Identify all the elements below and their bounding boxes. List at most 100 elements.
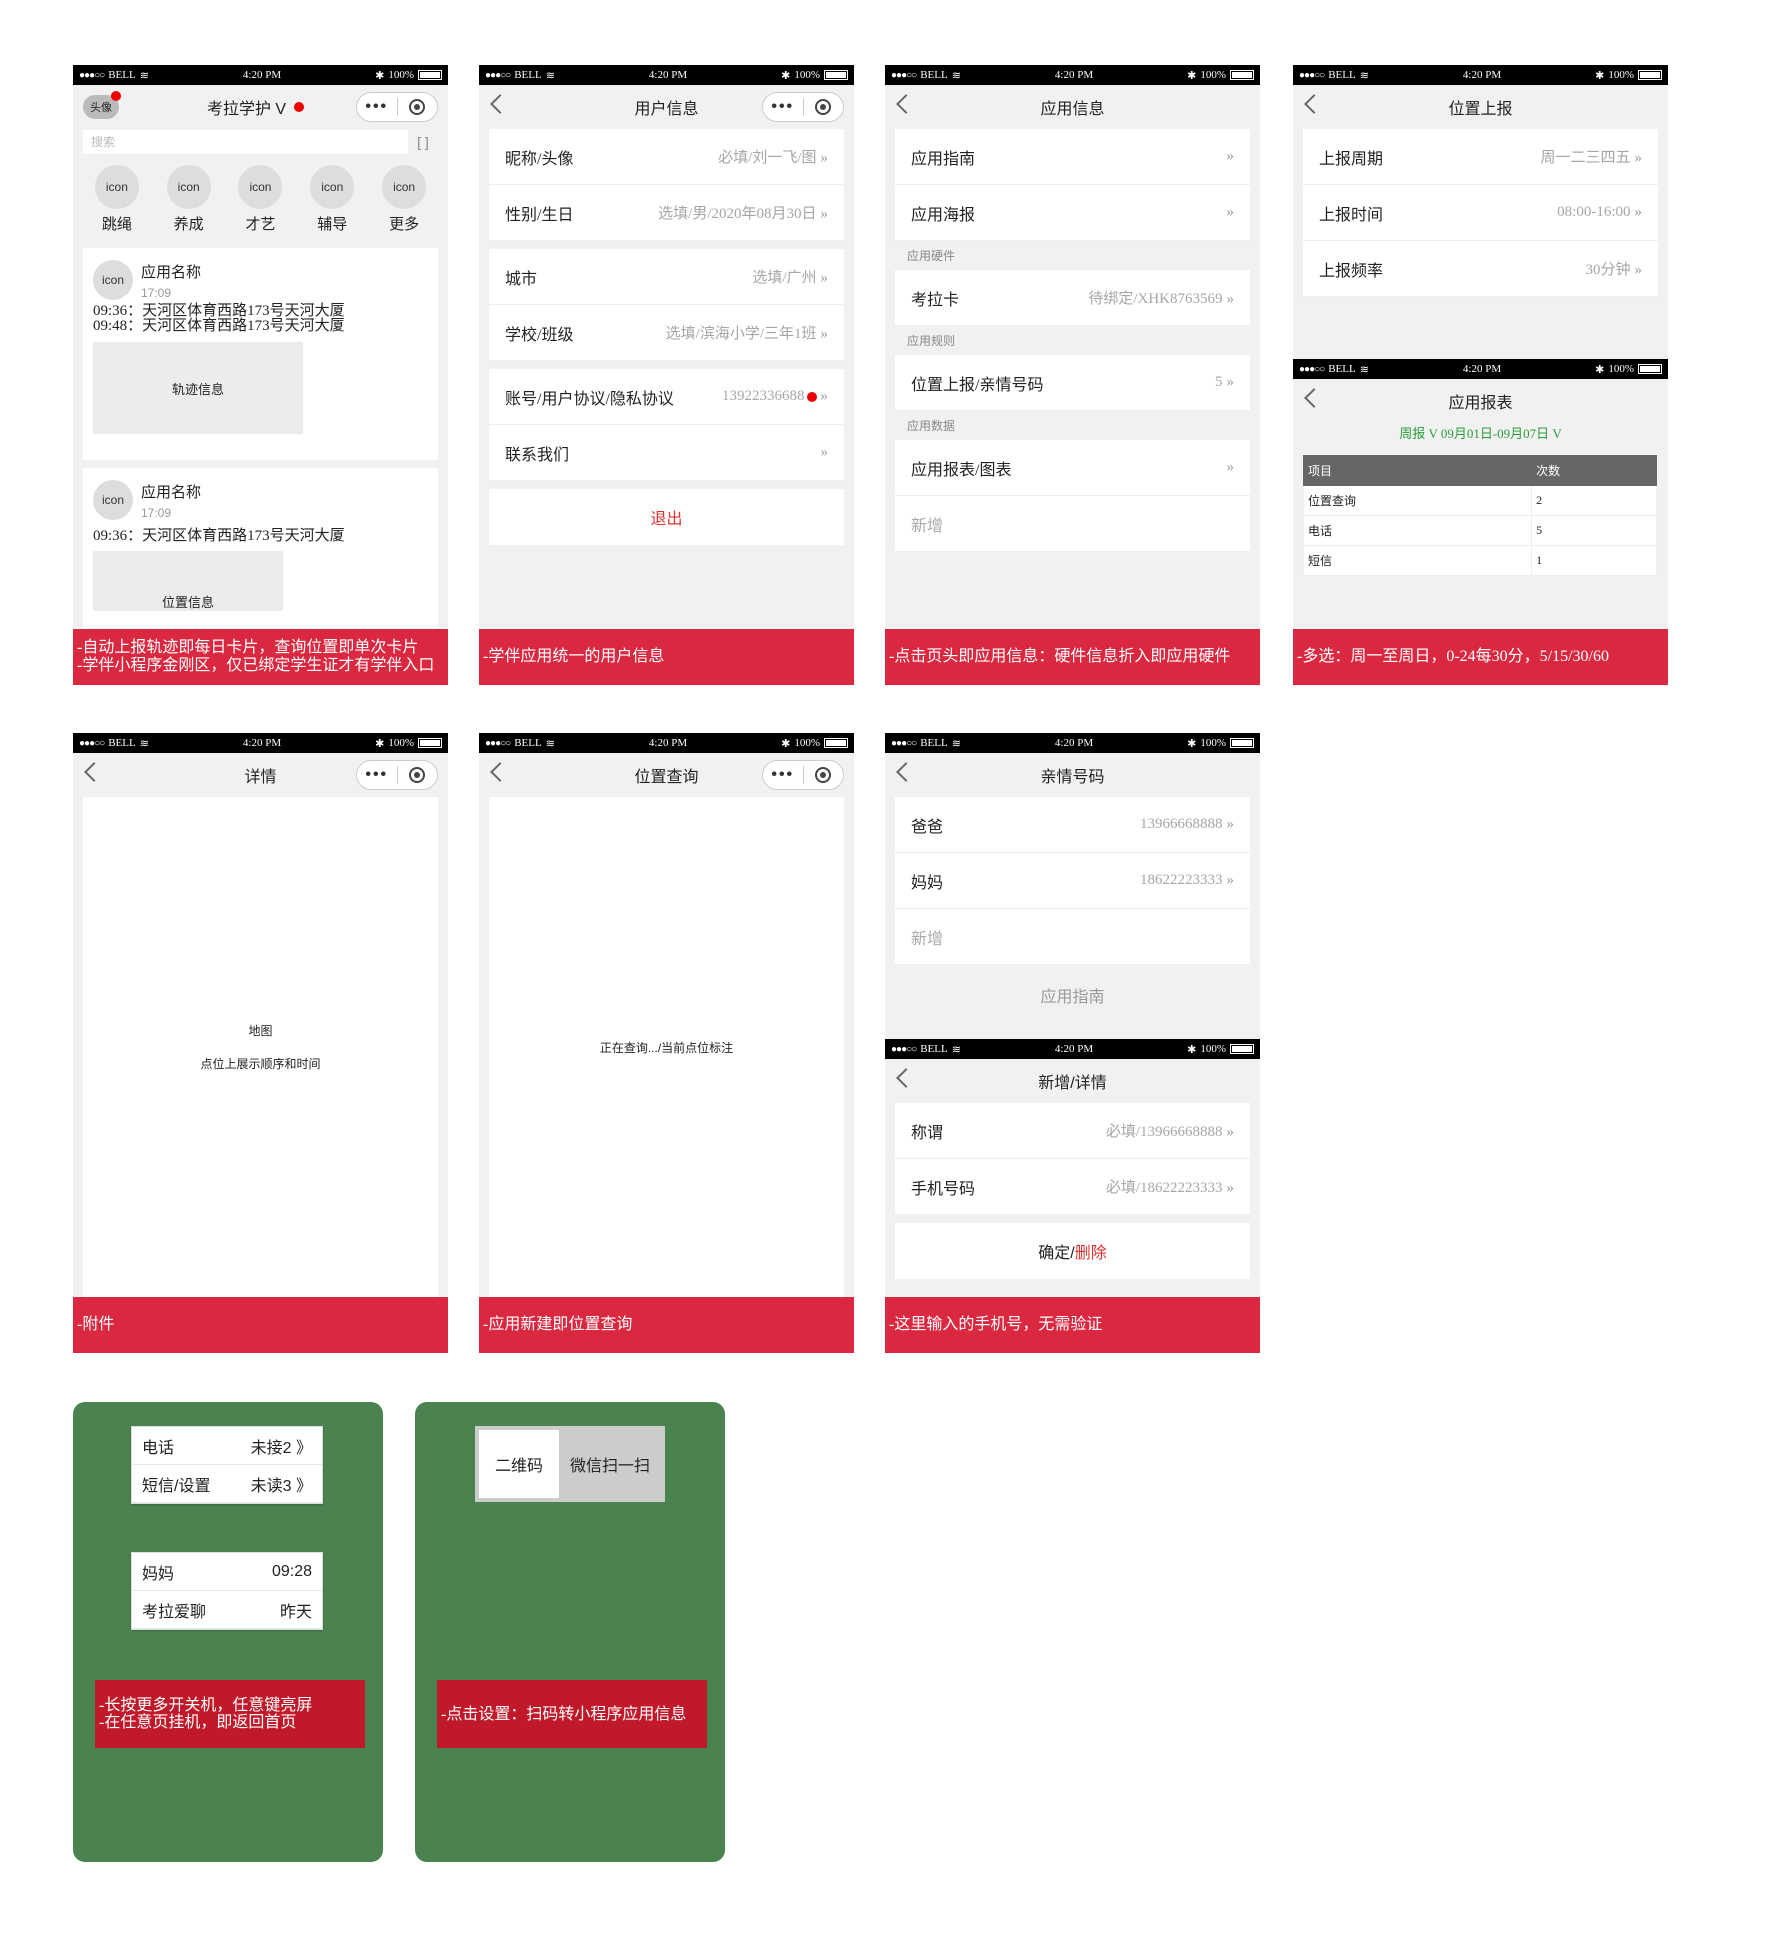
close-miniapp-icon[interactable]: [398, 99, 438, 115]
row-report-frequency[interactable]: 上报频率 30分钟»: [1303, 241, 1658, 297]
row-school[interactable]: 学校/班级 选填/滨海小学/三年1班»: [489, 305, 844, 361]
chevron-right-icon: »: [820, 206, 829, 222]
status-bar: ●●●○○ BELL ≋ 4:20 PM ✱ 100%: [885, 65, 1260, 85]
wechat-scan-label: 微信扫一扫: [569, 1458, 650, 1475]
confirm-button[interactable]: 确定/: [1038, 1239, 1074, 1263]
avatar[interactable]: 头像: [83, 91, 121, 119]
call-row[interactable]: 电话 未接2 》: [132, 1427, 322, 1465]
row-contact[interactable]: 联系我们 »: [489, 425, 844, 481]
close-miniapp-icon[interactable]: [804, 99, 844, 115]
row-label: 新增: [911, 930, 944, 948]
logout-button[interactable]: 退出: [489, 489, 844, 545]
row-relation[interactable]: 称谓 必填/13966668888»: [895, 1103, 1250, 1159]
app-item[interactable]: icon 跳绳: [94, 165, 139, 234]
app-icon: icon: [238, 165, 283, 209]
more-icon[interactable]: •••: [357, 98, 397, 116]
close-miniapp-icon[interactable]: [804, 767, 844, 783]
back-icon[interactable]: [490, 762, 510, 782]
chat-row[interactable]: 妈妈 09:28: [132, 1553, 322, 1591]
phone-app-info: ●●●○○ BELL ≋ 4:20 PM ✱ 100% 应用信息 应用指南 » 应用海报…: [885, 65, 1260, 685]
navbar: 应用报表: [1293, 379, 1668, 423]
table-header: 项目 次数: [1302, 455, 1657, 486]
battery-icon: [824, 70, 848, 80]
cell: 电话: [1302, 515, 1533, 546]
row-label: 新增: [911, 517, 944, 535]
row-add[interactable]: 新增: [895, 496, 1250, 552]
chat-row[interactable]: 考拉爱聊 昨天: [132, 1591, 322, 1629]
battery-icon: [824, 738, 848, 748]
app-title[interactable]: 考拉学护 V: [207, 95, 286, 119]
menu-capsule[interactable]: •••: [356, 92, 438, 122]
row-gender-birthday[interactable]: 性别/生日 选填/男/2020年08月30日»: [489, 185, 844, 241]
sms-settings-row[interactable]: 短信/设置 未读3 》: [132, 1465, 322, 1503]
row-guide[interactable]: 应用指南 »: [895, 129, 1250, 185]
row-report[interactable]: 应用报表/图表 »: [895, 440, 1250, 496]
menu-capsule[interactable]: •••: [762, 760, 844, 790]
app-item[interactable]: icon 更多: [382, 165, 427, 234]
row-report-cycle[interactable]: 上报周期 周一二三四五»: [1303, 129, 1658, 185]
menu-capsule[interactable]: •••: [762, 92, 844, 122]
navbar: 应用信息: [885, 85, 1260, 129]
map-area[interactable]: 地图 点位上展示顺序和时间: [83, 797, 438, 1297]
back-icon[interactable]: [490, 94, 510, 114]
settings-group: 位置上报/亲情号码 5»: [895, 355, 1250, 411]
report-period-filter[interactable]: 周报 V 09月01日-09月07日 V: [1293, 423, 1668, 447]
row-rules[interactable]: 位置上报/亲情号码 5»: [895, 355, 1250, 411]
row-account[interactable]: 账号/用户协议/隐私协议 13922336688 »: [489, 369, 844, 425]
row-city[interactable]: 城市 选填/广州»: [489, 249, 844, 305]
map-area[interactable]: 正在查询.../当前点位标注: [489, 797, 844, 1297]
cell: 位置查询: [1302, 485, 1533, 516]
wifi-icon: ≋: [139, 737, 149, 750]
battery-text: 100%: [794, 737, 820, 749]
clock: 4:20 PM: [242, 69, 282, 81]
clock: 4:20 PM: [1054, 737, 1094, 749]
settings-group: 昵称/头像 必填/刘一飞/图» 性别/生日 选填/男/2020年08月30日»: [489, 129, 844, 241]
chevron-right-icon: »: [820, 270, 829, 286]
menu-capsule[interactable]: •••: [356, 760, 438, 790]
app-card[interactable]: icon 应用名称 17:09 09:36：天河区体育西路173号天河大厦 09:…: [83, 248, 438, 460]
settings-group: 城市 选填/广州» 学校/班级 选填/滨海小学/三年1班»: [489, 249, 844, 361]
row-value: 必填/18622223333: [1105, 1180, 1223, 1196]
back-icon[interactable]: [84, 762, 104, 782]
track-info-box[interactable]: 轨迹信息: [93, 342, 303, 434]
back-icon[interactable]: [896, 762, 916, 782]
qr-code[interactable]: 二维码: [479, 1430, 559, 1498]
row-value: 13966668888: [1140, 816, 1223, 832]
navbar: 新增/详情: [885, 1059, 1260, 1103]
back-icon[interactable]: [896, 1068, 916, 1088]
row-add[interactable]: 新增: [895, 909, 1250, 965]
location-info-box[interactable]: 位置信息: [93, 551, 283, 611]
navbar: 用户信息 •••: [479, 85, 854, 129]
row-poster[interactable]: 应用海报 »: [895, 185, 1250, 241]
more-icon[interactable]: •••: [763, 98, 803, 116]
row-contact-dad[interactable]: 爸爸 13966668888»: [895, 797, 1250, 853]
app-item[interactable]: icon 辅导: [310, 165, 355, 234]
battery-text: 100%: [1608, 363, 1634, 375]
more-icon[interactable]: •••: [357, 766, 397, 784]
app-item[interactable]: icon 才艺: [238, 165, 283, 234]
back-icon[interactable]: [1304, 388, 1324, 408]
app-item[interactable]: icon 养成: [166, 165, 211, 234]
wifi-icon: ≋: [545, 69, 555, 82]
back-icon[interactable]: [896, 94, 916, 114]
row-phone[interactable]: 手机号码 必填/18622223333»: [895, 1159, 1250, 1215]
delete-button[interactable]: 删除: [1075, 1239, 1107, 1263]
back-icon[interactable]: [1304, 94, 1324, 114]
search-input[interactable]: 搜索: [83, 130, 408, 154]
guide-link[interactable]: 应用指南: [885, 965, 1260, 1007]
row-label: 妈妈: [142, 1565, 175, 1583]
scan-icon[interactable]: [ ]: [408, 134, 438, 150]
row-contact-mom[interactable]: 妈妈 18622223333»: [895, 853, 1250, 909]
chevron-right-icon: »: [1226, 148, 1235, 164]
more-icon[interactable]: •••: [763, 766, 803, 784]
bluetooth-icon: ✱: [1187, 737, 1197, 750]
banner-line: -自动上报轨迹即每日卡片，查询位置即单次卡片: [77, 639, 419, 656]
close-miniapp-icon[interactable]: [398, 767, 438, 783]
row-koala-card[interactable]: 考拉卡 待绑定/XHK8763569»: [895, 270, 1250, 326]
carrier: BELL: [514, 737, 542, 749]
row-nickname[interactable]: 昵称/头像 必填/刘一飞/图»: [489, 129, 844, 185]
banner-line: -学伴应用统一的用户信息: [483, 648, 665, 665]
row-label: 昵称/头像: [505, 150, 574, 168]
row-report-time[interactable]: 上报时间 08:00-16:00»: [1303, 185, 1658, 241]
app-card[interactable]: icon 应用名称 17:09 09:36：天河区体育西路173号天河大厦 位置信…: [83, 468, 438, 628]
